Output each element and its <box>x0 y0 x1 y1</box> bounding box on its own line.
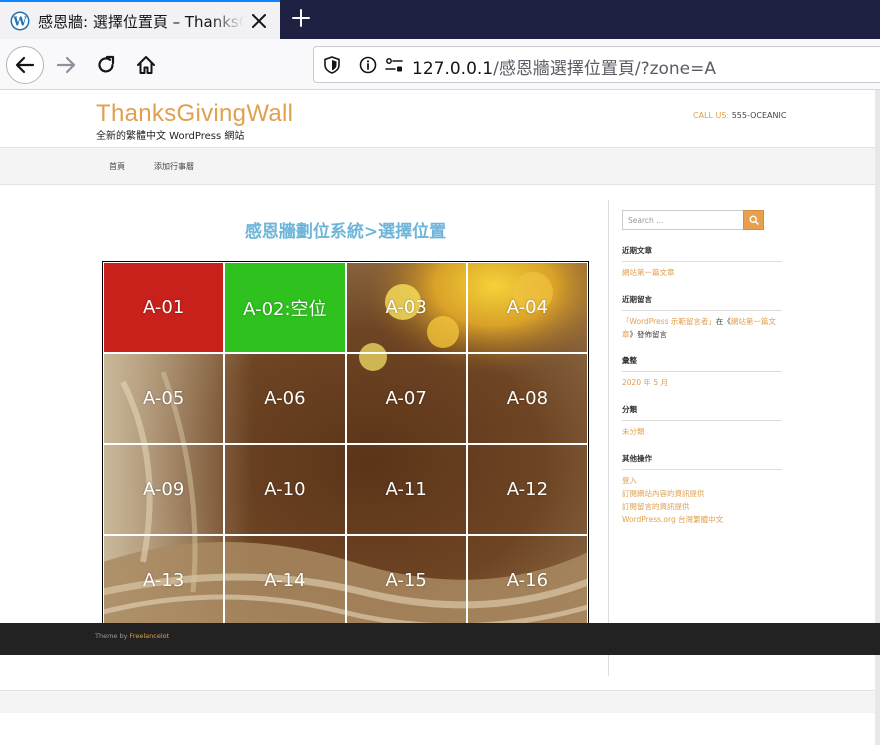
permissions-icon[interactable] <box>384 55 404 75</box>
forward-button[interactable] <box>49 48 83 82</box>
menu-item-home[interactable]: 首頁 <box>109 161 125 172</box>
call-us: CALL US: 555-OCEANIC <box>693 111 786 120</box>
theme-credit: Theme by Freelancelot <box>95 632 169 640</box>
seat-grid: A-01 A-02:空位 A-03 A-04 A-05 A-06 A-07 A-08 A-09 A… <box>102 261 589 627</box>
site-description: 全新的繁體中文 WordPress 網站 <box>96 131 245 142</box>
home-icon <box>137 56 155 74</box>
meta-links: 登入 訂閱網站內容的資訊提供 訂閱留言的資訊提供 WordPress.org 台… <box>622 474 782 526</box>
seat-cell[interactable]: A-16 <box>466 535 588 626</box>
theme-link[interactable]: Freelancelot <box>130 632 170 640</box>
page-title: 感恩牆劃位系統>選擇位置 <box>244 222 447 242</box>
seat-cell[interactable]: A-08 <box>466 353 588 444</box>
browser-tab-active[interactable]: W 感恩牆: 選擇位置頁 – ThanksGivingWall <box>0 0 280 39</box>
seat-cell[interactable]: A-07 <box>345 353 467 444</box>
home-button[interactable] <box>129 48 163 82</box>
seat-cell[interactable]: A-09 <box>103 444 225 535</box>
seat-cell[interactable]: A-11 <box>345 444 467 535</box>
call-us-label: CALL US: <box>693 111 730 120</box>
comment-on-text: 在《 <box>715 317 731 326</box>
seat-cell[interactable]: A-06 <box>224 353 346 444</box>
category-link[interactable]: 未分類 <box>622 425 782 438</box>
search-input[interactable]: Search ... <box>622 210 744 230</box>
widget-recent-comments: 近期留言 「WordPress 示範留言者」在《網站第一篇文章》發佈留言 <box>622 294 782 341</box>
forward-arrow-icon <box>56 56 76 74</box>
back-arrow-icon <box>15 56 35 74</box>
close-tab-icon[interactable] <box>248 10 270 32</box>
seat-cell[interactable]: A-12 <box>466 444 588 535</box>
site-title[interactable]: ThanksGivingWall <box>96 100 293 128</box>
seat-cell[interactable]: A-10 <box>224 444 346 535</box>
comment-author-link[interactable]: 「WordPress 示範留言者」 <box>622 317 716 326</box>
meta-entries-feed-link[interactable]: 訂閱網站內容的資訊提供 <box>622 487 782 500</box>
tracking-protection-shield-icon[interactable] <box>322 55 342 75</box>
widget-heading: 其他操作 <box>622 453 782 470</box>
seat-cell[interactable]: A-03 <box>345 262 467 353</box>
widget-categories: 分類 未分類 <box>622 404 782 438</box>
meta-login-link[interactable]: 登入 <box>622 474 782 487</box>
seat-cell[interactable]: A-15 <box>345 535 467 626</box>
browser-navigation-bar: 127.0.0.1/感恩牆選擇位置頁/?zone=A <box>0 39 880 90</box>
widget-archives: 彙整 2020 年 5 月 <box>622 355 782 389</box>
site-footer: Theme by Freelancelot <box>0 623 880 655</box>
search-button[interactable] <box>743 210 764 230</box>
url-path: /感恩牆選擇位置頁/?zone=A <box>493 59 717 79</box>
meta-comments-feed-link[interactable]: 訂閱留言的資訊提供 <box>622 500 782 513</box>
wordpress-favicon-icon: W <box>10 11 30 31</box>
browser-tab-strip: W 感恩牆: 選擇位置頁 – ThanksGivingWall <box>0 0 880 39</box>
widget-heading: 分類 <box>622 404 782 421</box>
widget-meta: 其他操作 登入 訂閱網站內容的資訊提供 訂閱留言的資訊提供 WordPress.… <box>622 453 782 526</box>
seat-cell[interactable]: A-14 <box>224 535 346 626</box>
widget-heading: 彙整 <box>622 355 782 372</box>
primary-menu: 首頁 添加行事曆 <box>0 147 875 185</box>
seat-cell[interactable]: A-05 <box>103 353 225 444</box>
url-host: 127.0.0.1 <box>412 59 494 79</box>
comment-tail-text: 》發佈留言 <box>629 330 668 339</box>
menu-item-add-calendar[interactable]: 添加行事曆 <box>154 161 194 172</box>
url-text: 127.0.0.1/感恩牆選擇位置頁/?zone=A <box>412 54 716 79</box>
reload-icon <box>98 55 115 73</box>
seat-cell[interactable]: A-02:空位 <box>224 262 346 353</box>
widget-heading: 近期文章 <box>622 245 782 262</box>
archive-link[interactable]: 2020 年 5 月 <box>622 376 782 389</box>
recent-post-link[interactable]: 網站第一篇文章 <box>622 266 782 279</box>
tab-title-fade <box>210 6 244 36</box>
seat-cell[interactable]: A-13 <box>103 535 225 626</box>
footer-widget-area <box>0 690 875 713</box>
search-icon <box>748 215 759 225</box>
svg-text:W: W <box>12 15 27 29</box>
new-tab-icon[interactable] <box>290 7 312 29</box>
sidebar-divider <box>608 200 609 676</box>
widget-heading: 近期留言 <box>622 294 782 311</box>
site-info-icon[interactable] <box>358 55 378 75</box>
theme-by-text: Theme by <box>95 632 128 640</box>
reload-button[interactable] <box>89 48 123 82</box>
seat-cell[interactable]: A-04 <box>466 262 588 353</box>
seat-cell[interactable]: A-01 <box>103 262 225 353</box>
call-us-number: 555-OCEANIC <box>731 111 787 120</box>
widget-recent-posts: 近期文章 網站第一篇文章 <box>622 245 782 279</box>
address-bar[interactable]: 127.0.0.1/感恩牆選擇位置頁/?zone=A <box>313 46 880 83</box>
recent-comment: 「WordPress 示範留言者」在《網站第一篇文章》發佈留言 <box>622 315 782 341</box>
back-button[interactable] <box>6 46 44 84</box>
meta-wordpress-org-link[interactable]: WordPress.org 台灣繁體中文 <box>622 513 782 526</box>
seat-cells: A-01 A-02:空位 A-03 A-04 A-05 A-06 A-07 A-08 A-09 A… <box>103 262 588 626</box>
